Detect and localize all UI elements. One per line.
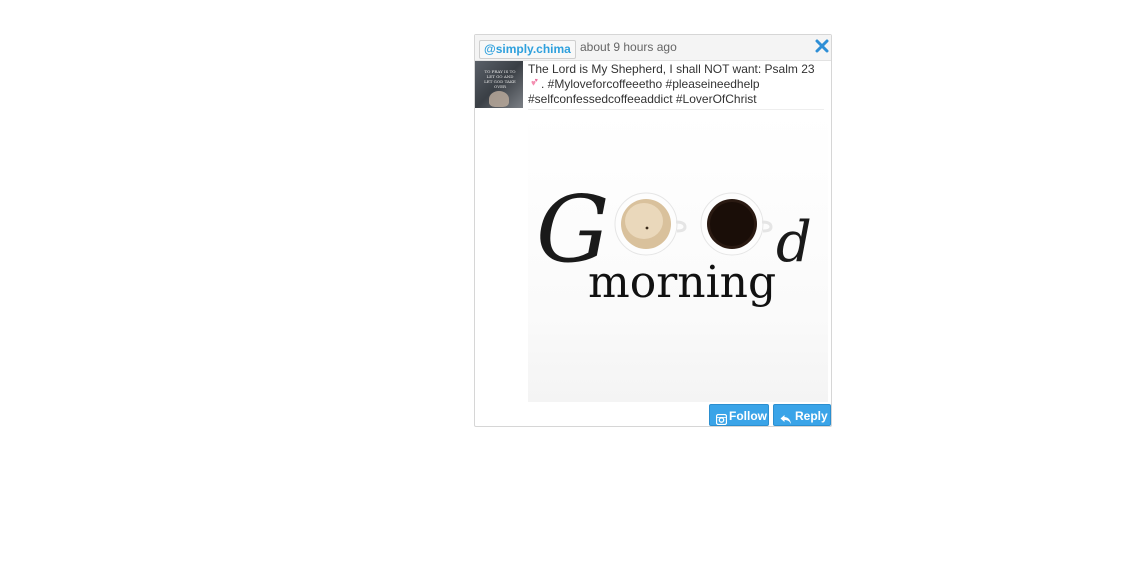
user-avatar[interactable]: TO PRAY IS TO LET GO AND LET GOD TAKE OV…	[475, 61, 523, 108]
caption-line-1: The Lord is My Shepherd, I shall NOT wan…	[528, 62, 815, 76]
post-caption: The Lord is My Shepherd, I shall NOT wan…	[528, 62, 824, 110]
coffee-cup-black	[700, 192, 773, 256]
avatar-hand-shape	[489, 91, 509, 107]
avatar-quote-text: TO PRAY IS TO LET GO AND LET GOD TAKE OV…	[484, 69, 516, 89]
follow-button[interactable]: Follow	[709, 404, 769, 426]
caption-line-3: #selfconfessedcoffeeaddict #LoverOfChris…	[528, 92, 757, 106]
follow-label: Follow	[729, 409, 767, 423]
two-hearts-icon	[528, 78, 541, 89]
caption-line-2: . #Myloveforcoffeeetho #pleaseineedhelp	[541, 77, 760, 91]
post-image[interactable]: G d morning	[528, 111, 828, 402]
user-handle-link[interactable]: @simply.chima	[479, 40, 576, 59]
coffee-cup-latte	[614, 192, 687, 256]
post-header: @simply.chima about 9 hours ago	[475, 35, 831, 61]
post-timestamp: about 9 hours ago	[580, 40, 677, 54]
image-morning-text: morning	[588, 257, 776, 308]
close-icon[interactable]	[815, 39, 829, 53]
reply-button[interactable]: Reply	[773, 404, 831, 426]
reply-arrow-icon	[780, 410, 791, 424]
image-script-d: d	[776, 210, 812, 275]
instagram-icon	[715, 410, 728, 426]
reply-label: Reply	[795, 409, 828, 423]
instagram-post-card: @simply.chima about 9 hours ago TO PRAY …	[474, 34, 832, 427]
